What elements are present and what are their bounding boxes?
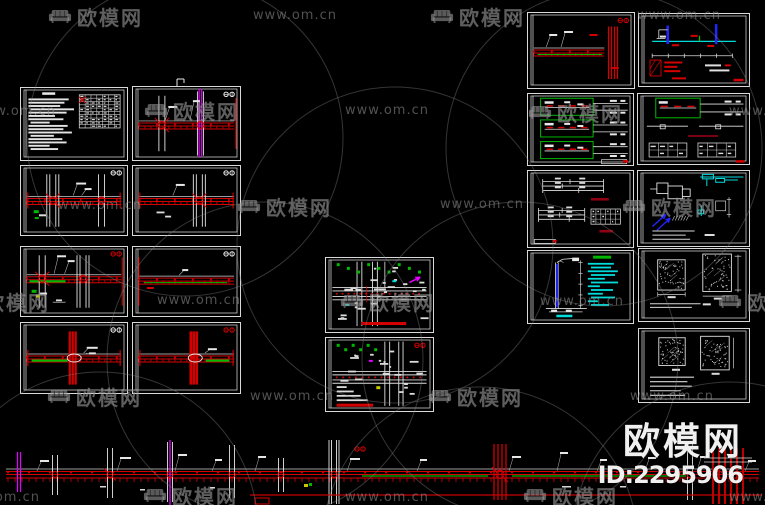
- site-id-watermark: 欧模网 ID:2295906: [597, 420, 744, 489]
- watermark-id-text: ID:2295906: [597, 460, 744, 489]
- watermark-brand-text: 欧模网: [623, 420, 743, 463]
- cad-preview-canvas: 欧模网欧模网欧模网欧模网欧模网欧模网欧模网欧模网欧模网欧模网欧模网欧模网欧模网w…: [0, 0, 765, 505]
